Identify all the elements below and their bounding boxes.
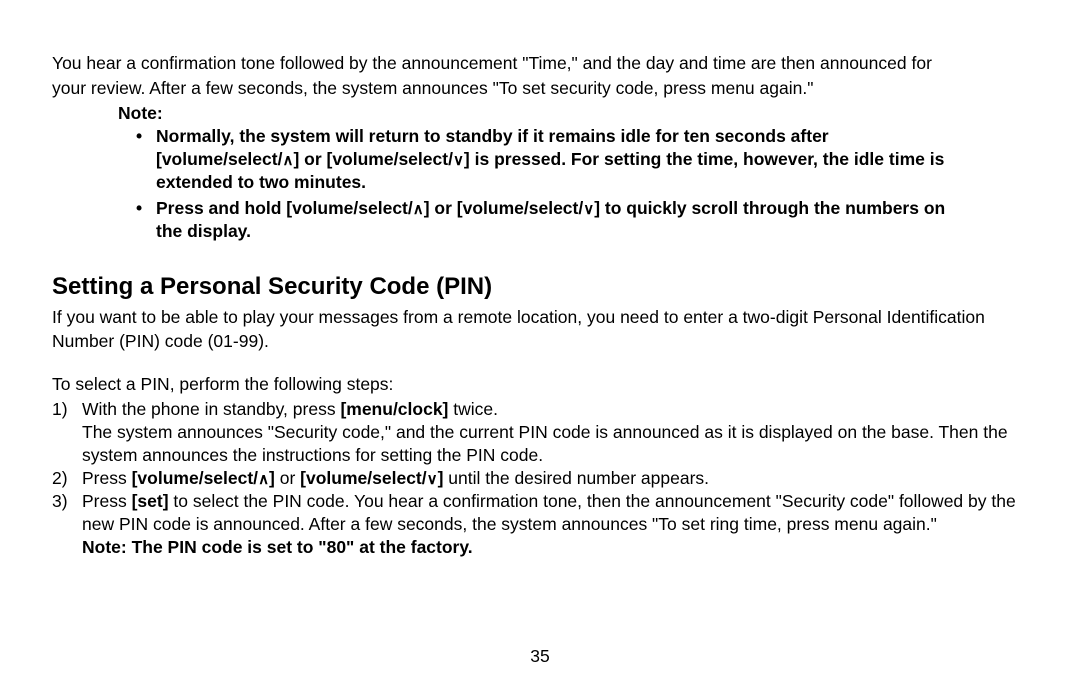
note-bullet-2: Press and hold [volume/select/∧] or [vol…: [136, 197, 1028, 243]
note-bullet-2-line2: the display.: [156, 221, 251, 241]
step-2-number: 2): [52, 467, 82, 490]
down-arrow-icon: ∨: [583, 200, 594, 217]
down-arrow-icon: ∨: [453, 152, 464, 169]
up-arrow-icon: ∧: [258, 471, 269, 488]
note-bullet-1-line3: extended to two minutes.: [156, 172, 366, 192]
step-1-number: 1): [52, 398, 82, 421]
step-1: 1) With the phone in standby, press [men…: [52, 398, 1028, 467]
note-bullet-1: Normally, the system will return to stan…: [136, 125, 1028, 194]
document-page: You hear a confirmation tone followed by…: [0, 0, 1080, 688]
step-3: 3) Press [set] to select the PIN code. Y…: [52, 490, 1028, 536]
down-arrow-icon: ∨: [427, 471, 438, 488]
steps-list: 1) With the phone in standby, press [men…: [52, 398, 1028, 560]
step-1-text: With the phone in standby, press [menu/c…: [82, 398, 1028, 467]
up-arrow-icon: ∧: [413, 200, 424, 217]
step-2: 2) Press [volume/select/∧] or [volume/se…: [52, 467, 1028, 490]
note-label: Note:: [118, 102, 1028, 125]
body-paragraph-2: To select a PIN, perform the following s…: [52, 373, 1028, 396]
step-2-text: Press [volume/select/∧] or [volume/selec…: [82, 467, 1028, 490]
intro-line-2: your review. After a few seconds, the sy…: [52, 77, 1028, 100]
body-paragraph-1: If you want to be able to play your mess…: [52, 306, 1028, 352]
up-arrow-icon: ∧: [282, 152, 293, 169]
note-bullet-1-line2: [volume/select/∧] or [volume/select/∨] i…: [156, 149, 944, 169]
intro-line-1: You hear a confirmation tone followed by…: [52, 52, 1028, 75]
note-bullet-1-line1: Normally, the system will return to stan…: [156, 126, 829, 146]
factory-note: Note: The PIN code is set to "80" at the…: [82, 536, 1028, 559]
section-heading: Setting a Personal Security Code (PIN): [52, 271, 1028, 303]
step-3-number: 3): [52, 490, 82, 513]
note-bullet-2-line1: Press and hold [volume/select/∧] or [vol…: [156, 198, 945, 218]
step-3-text: Press [set] to select the PIN code. You …: [82, 490, 1028, 536]
note-block: Note: Normally, the system will return t…: [118, 102, 1028, 243]
page-number: 35: [0, 645, 1080, 668]
